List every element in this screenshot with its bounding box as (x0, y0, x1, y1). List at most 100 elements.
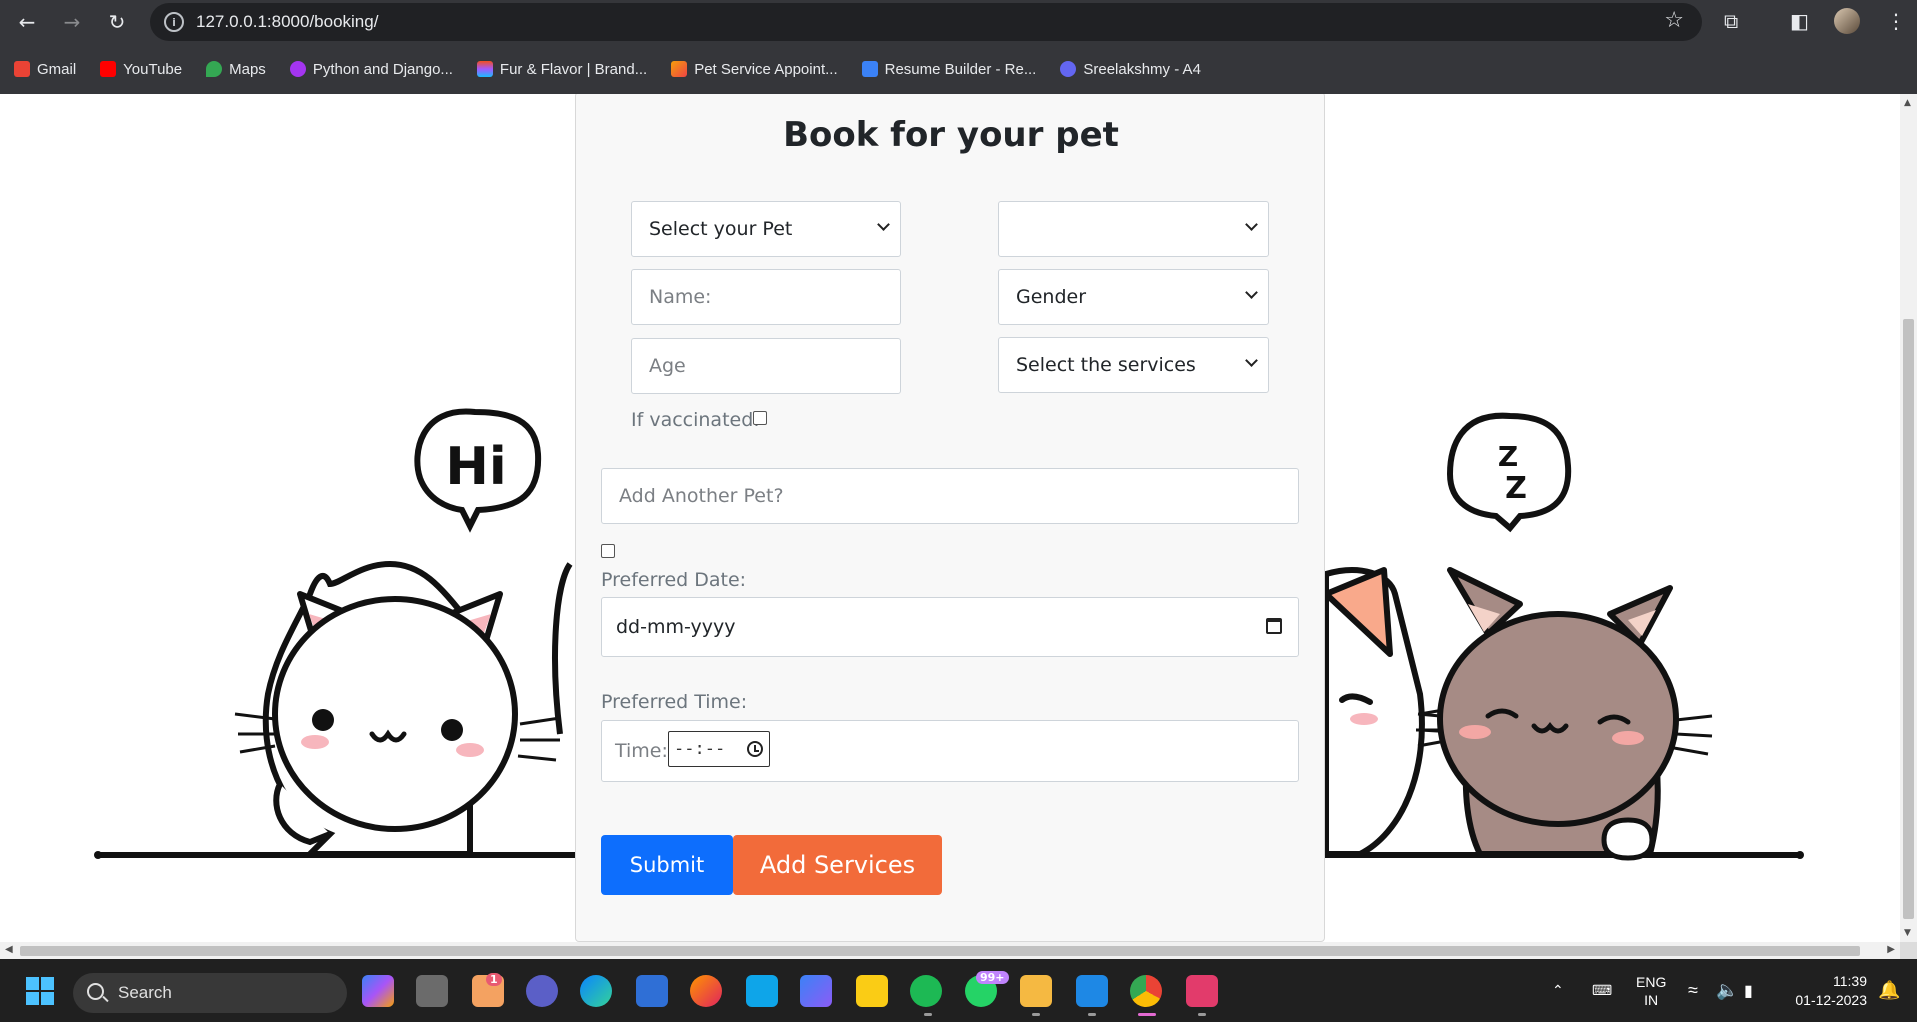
clock-time: 11:39 (1833, 972, 1867, 989)
region-text: IN (1644, 991, 1659, 1008)
firefox-icon[interactable] (690, 975, 722, 1007)
vscode-running-indicator (1088, 1013, 1096, 1016)
widgets-badge: 1 (486, 973, 502, 986)
pet-select[interactable]: Select your Pet (631, 201, 901, 257)
udemy-icon (289, 61, 306, 77)
chevron-down-icon (1245, 218, 1258, 231)
clock[interactable]: 11:39 01-12-2023 (1787, 959, 1867, 1022)
keyboard-icon[interactable]: ⌨ (1592, 959, 1612, 1022)
bookmark-star-icon[interactable]: ☆ (1664, 8, 1684, 33)
bookmark-label: Fur & Flavor | Brand... (499, 60, 648, 78)
youtube-icon (100, 61, 117, 77)
search-icon (87, 983, 104, 1000)
task-view-icon[interactable] (416, 975, 448, 1007)
wps-office-icon[interactable] (1186, 975, 1218, 1007)
language-indicator[interactable]: ENG IN (1636, 959, 1666, 1022)
time-inner-label: Time: (615, 740, 668, 762)
battery-icon[interactable]: ▮ (1744, 959, 1753, 1022)
white-cat-left (234, 560, 561, 857)
gender-select[interactable]: Gender (998, 269, 1269, 325)
name-placeholder: Name: (649, 286, 712, 308)
scroll-left-arrow-icon[interactable]: ◀ (5, 944, 13, 955)
video-editor-icon[interactable] (800, 975, 832, 1007)
bookmark-pet-service[interactable]: Pet Service Appoint... (671, 61, 838, 78)
scroll-down-arrow-icon[interactable]: ▼ (1904, 928, 1911, 938)
scrollbar-corner (1900, 942, 1917, 959)
back-arrow-icon[interactable]: ← (13, 8, 41, 36)
spotify-running-indicator (924, 1013, 932, 1016)
notification-bell-icon[interactable]: 🔔 (1878, 959, 1900, 1022)
horizontal-scrollbar-thumb[interactable] (20, 946, 1860, 956)
vscode-icon[interactable] (1076, 975, 1108, 1007)
scroll-up-arrow-icon[interactable]: ▲ (1904, 98, 1911, 108)
vaccinated-checkbox[interactable] (753, 411, 767, 425)
add-another-pet-input[interactable]: Add Another Pet? (601, 468, 1299, 524)
bookmark-sreelakshmy[interactable]: Sreelakshmy - A4 (1060, 61, 1201, 78)
z-top-text: Z (1498, 440, 1518, 473)
bookmark-label: Maps (229, 60, 266, 78)
brown-cat-right (1416, 567, 1713, 861)
teams-chat-icon[interactable] (526, 975, 558, 1007)
taskbar-search[interactable]: Search (73, 973, 347, 1013)
tray-overflow-chevron-icon[interactable]: ⌃ (1552, 959, 1564, 1022)
resume-icon (861, 61, 878, 77)
date-input[interactable]: dd-mm-yyyy (601, 597, 1299, 657)
windows-start-icon[interactable] (24, 975, 56, 1007)
zz-speech-bubble: Z Z (1446, 412, 1572, 533)
services-select-value: Select the services (1016, 354, 1196, 376)
bookmark-gmail[interactable]: Gmail (14, 61, 76, 78)
volume-icon[interactable]: 🔈 (1716, 959, 1738, 1022)
bookmarks-bar: Gmail YouTube Maps Python and Django... … (0, 52, 1917, 86)
forward-arrow-icon[interactable]: → (58, 8, 86, 36)
age-input[interactable]: Age (631, 338, 901, 394)
vertical-scrollbar[interactable]: ▲ ▼ (1900, 94, 1917, 942)
bookmark-youtube[interactable]: YouTube (100, 61, 182, 78)
calico-cat-partial (1323, 567, 1456, 857)
site-info-icon[interactable]: i (164, 12, 184, 32)
chevron-down-icon (1245, 354, 1258, 367)
windows-taskbar: Search 1 99+ ⌃ ⌨ ENG IN ≈ 🔈 ▮ 11:39 01-1… (0, 959, 1917, 1022)
horizontal-scrollbar[interactable]: ◀ ▶ (0, 942, 1900, 959)
sticky-notes-icon[interactable] (856, 975, 888, 1007)
menu-kebab-icon[interactable]: ⋮ (1886, 9, 1906, 33)
vertical-scrollbar-thumb[interactable] (1903, 319, 1914, 919)
profile-avatar[interactable] (1834, 8, 1860, 34)
bookmark-fur-flavor[interactable]: Fur & Flavor | Brand... (476, 60, 648, 78)
clock-date: 01-12-2023 (1795, 991, 1867, 1008)
extensions-icon[interactable]: ⧉ (1724, 9, 1738, 33)
submit-button[interactable]: Submit (601, 835, 733, 895)
age-placeholder: Age (649, 355, 686, 377)
edge-browser-icon[interactable] (580, 975, 612, 1007)
language-text: ENG (1636, 973, 1667, 990)
add-another-pet-checkbox[interactable] (601, 544, 615, 558)
bookmark-python-django[interactable]: Python and Django... (289, 61, 453, 78)
name-input[interactable]: Name: (631, 269, 901, 325)
url-text[interactable]: 127.0.0.1:8000/booking/ (196, 12, 378, 32)
bookmark-maps[interactable]: Maps (206, 61, 266, 78)
date-label: Preferred Date: (601, 569, 747, 591)
time-label: Preferred Time: (601, 691, 748, 713)
copilot-icon[interactable] (362, 975, 394, 1007)
address-bar[interactable]: i 127.0.0.1:8000/booking/ ☆ (150, 3, 1702, 41)
file-explorer-icon[interactable] (1020, 975, 1052, 1007)
services-select[interactable]: Select the services (998, 337, 1269, 393)
pen-icon (671, 61, 688, 77)
add-services-button[interactable]: Add Services (733, 835, 942, 895)
microsoft-store-icon[interactable] (636, 975, 668, 1007)
date-value: dd-mm-yyyy (616, 616, 736, 638)
reload-icon[interactable]: ↻ (103, 8, 131, 36)
explorer-running-indicator (1032, 1013, 1040, 1016)
wifi-icon[interactable]: ≈ (1688, 959, 1698, 1022)
hi-speech-bubble: Hi (414, 408, 542, 533)
chrome-icon[interactable] (1130, 975, 1162, 1007)
spotify-icon[interactable] (910, 975, 942, 1007)
breed-select[interactable] (998, 201, 1269, 257)
clock-icon[interactable] (747, 741, 763, 757)
time-input[interactable]: --:-- (668, 731, 770, 767)
side-panel-icon[interactable]: ◧ (1790, 9, 1809, 33)
bookmark-resume-builder[interactable]: Resume Builder - Re... (861, 61, 1036, 78)
calendar-icon[interactable] (1266, 618, 1282, 634)
desktop-icon[interactable] (746, 975, 778, 1007)
scroll-right-arrow-icon[interactable]: ▶ (1887, 944, 1895, 955)
gmail-icon (14, 61, 30, 77)
